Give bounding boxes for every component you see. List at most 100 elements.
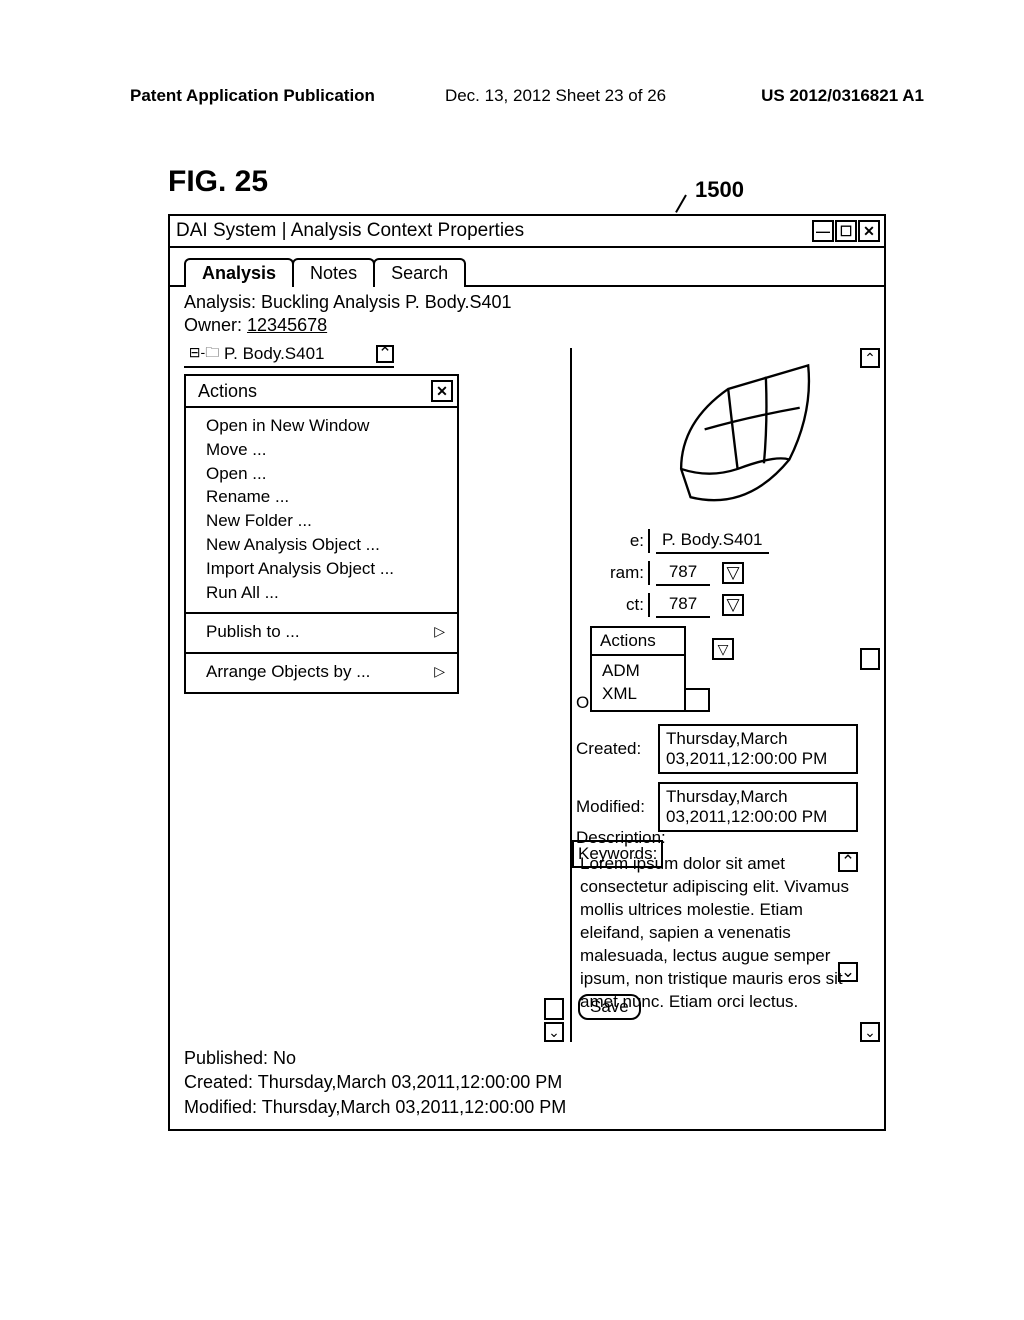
window-controls: — ☐ ✕ <box>811 220 880 242</box>
menu-run-all[interactable]: Run All ... <box>206 581 445 605</box>
modified-value: Thursday,March 03,2011,12:00:00 PM <box>658 782 858 832</box>
dropdown-arrow-icon: ▽ <box>718 641 729 658</box>
modified-row: Modified: Thursday,March 03,2011,12:00:0… <box>572 782 858 832</box>
maximize-button[interactable]: ☐ <box>835 220 857 242</box>
application-window: DAI System | Analysis Context Properties… <box>168 214 886 1131</box>
actions-menu-group-2: Publish to ... ▷ <box>186 614 457 652</box>
field-project: ct: 787 ▽ <box>572 592 858 618</box>
field-project-select[interactable]: 787 ▽ <box>656 592 744 618</box>
actions-menu-header: Actions ✕ <box>186 376 457 408</box>
footer-created: Created: Thursday,March 03,2011,12:00:00… <box>184 1070 870 1094</box>
tab-bar: Analysis Notes Search <box>184 258 884 285</box>
close-button[interactable]: ✕ <box>858 220 880 242</box>
modified-label: Modified: <box>572 795 658 819</box>
tree-expand-icon: ⊟-🗀 <box>184 342 224 366</box>
chevron-up-icon: ⌃ <box>864 350 876 367</box>
actions-menu-group-1: Open in New Window Move ... Open ... Ren… <box>186 408 457 612</box>
callout-number: 1500 <box>695 177 744 203</box>
left-scroll-down-button[interactable]: ⌄ <box>544 1022 564 1042</box>
actions-menu-group-3: Arrange Objects by ... ▷ <box>186 654 457 692</box>
fields-area: e: P. Body.S401 ram: 787 ▽ ct: 787 <box>572 528 858 624</box>
created-value: Thursday,March 03,2011,12:00:00 PM <box>658 724 858 774</box>
tab-notes[interactable]: Notes <box>292 258 375 287</box>
menu-open-new-window[interactable]: Open in New Window <box>206 414 445 438</box>
maximize-icon: ☐ <box>840 223 853 240</box>
field-name-label: e: <box>572 529 650 553</box>
actions-menu-close-button[interactable]: ✕ <box>431 380 453 402</box>
submenu-arrow-icon: ▷ <box>434 662 445 682</box>
desc-scroll-up-button[interactable]: ⌃ <box>838 852 858 872</box>
footer-modified: Modified: Thursday,March 03,2011,12:00:0… <box>184 1095 870 1119</box>
actions-menu-title: Actions <box>198 381 257 402</box>
owner-label: Owner: <box>184 315 247 335</box>
page: Patent Application Publication Dec. 13, … <box>0 0 1024 1320</box>
doc-header-center: Dec. 13, 2012 Sheet 23 of 26 <box>445 86 666 106</box>
window-titlebar: DAI System | Analysis Context Properties… <box>170 216 884 248</box>
footer-published: Published: No <box>184 1046 870 1070</box>
menu-import-analysis-object[interactable]: Import Analysis Object ... <box>206 557 445 581</box>
right-scroll-down-button[interactable]: ⌄ <box>860 1022 880 1042</box>
menu-publish-to[interactable]: Publish to ... ▷ <box>206 620 445 644</box>
window-title: DAI System | Analysis Context Properties <box>176 220 524 242</box>
field-name-input[interactable]: P. Body.S401 <box>656 528 769 554</box>
actions-submenu-xml[interactable]: XML <box>602 683 674 706</box>
actions-submenu-title: Actions <box>592 628 684 656</box>
analysis-info: Analysis: Buckling Analysis P. Body.S401… <box>170 287 884 342</box>
body-area: ⊟-🗀 P. Body.S401 ⌃ ⌄ Actions ✕ Open in N… <box>170 342 884 1042</box>
footer-info: Published: No Created: Thursday,March 03… <box>170 1042 884 1129</box>
menu-label: Publish to ... <box>206 620 300 644</box>
chevron-up-icon: ⌃ <box>378 344 392 364</box>
left-scrollbar[interactable]: ⌄ <box>544 996 564 1042</box>
field-program: ram: 787 ▽ <box>572 560 858 586</box>
field-program-label: ram: <box>572 561 650 585</box>
close-icon: ✕ <box>436 383 448 400</box>
right-panel-scrollbar[interactable]: ⌃ ⌄ <box>860 348 880 1042</box>
description-textarea[interactable]: Lorem ipsum dolor sit amet consectetur a… <box>576 852 858 982</box>
document-header: Patent Application Publication Dec. 13, … <box>130 86 924 106</box>
tree-item-label: P. Body.S401 <box>224 344 325 364</box>
right-scroll-up-button[interactable]: ⌃ <box>860 348 880 368</box>
tree-root-item[interactable]: ⊟-🗀 P. Body.S401 ⌃ <box>184 342 394 368</box>
menu-label: Arrange Objects by ... <box>206 660 370 684</box>
actions-submenu-body: ADM XML <box>592 656 684 710</box>
panel-thumbnail <box>652 356 842 516</box>
field-program-select[interactable]: 787 ▽ <box>656 560 744 586</box>
panel-illustration-svg <box>652 356 842 516</box>
menu-arrange-objects[interactable]: Arrange Objects by ... ▷ <box>206 660 445 684</box>
tab-analysis[interactable]: Analysis <box>184 258 294 287</box>
chevron-down-icon: ⌄ <box>548 1024 560 1041</box>
actions-submenu-adm[interactable]: ADM <box>602 660 674 683</box>
created-row: Created: Thursday,March 03,2011,12:00:00… <box>572 724 858 774</box>
details-panel: e: P. Body.S401 ram: 787 ▽ ct: 787 <box>570 348 880 1042</box>
minimize-icon: — <box>816 223 830 239</box>
save-button[interactable]: Save <box>578 994 641 1020</box>
field-project-label: ct: <box>572 593 650 617</box>
menu-new-analysis-object[interactable]: New Analysis Object ... <box>206 533 445 557</box>
menu-new-folder[interactable]: New Folder ... <box>206 509 445 533</box>
submenu-arrow-icon: ▷ <box>434 622 445 642</box>
desc-scroll-down-button[interactable]: ⌄ <box>838 962 858 982</box>
owner-line: Owner: 12345678 <box>184 314 870 337</box>
menu-move[interactable]: Move ... <box>206 438 445 462</box>
owner-link[interactable]: 12345678 <box>247 315 327 335</box>
minimize-button[interactable]: — <box>812 220 834 242</box>
callout-connector <box>675 195 687 213</box>
doc-header-left: Patent Application Publication <box>130 86 375 106</box>
tree-scroll-up-button[interactable]: ⌃ <box>376 345 394 363</box>
doc-header-right: US 2012/0316821 A1 <box>761 86 924 106</box>
scroll-thumb[interactable] <box>544 998 564 1020</box>
truncated-label-o: O <box>576 693 589 713</box>
chevron-down-icon: ⌄ <box>864 1024 876 1041</box>
dropdown-arrow-icon: ▽ <box>722 562 744 584</box>
menu-open[interactable]: Open ... <box>206 462 445 486</box>
right-scroll-thumb[interactable] <box>860 648 880 670</box>
tab-search[interactable]: Search <box>373 258 466 287</box>
chevron-up-icon: ⌃ <box>841 851 855 874</box>
actions-submenu: Actions ADM XML <box>590 626 686 712</box>
menu-rename[interactable]: Rename ... <box>206 485 445 509</box>
dropdown-arrow-icon: ▽ <box>722 594 744 616</box>
description-label: Description: <box>576 828 666 848</box>
chevron-down-icon: ⌄ <box>841 961 855 984</box>
extra-dropdown-button[interactable]: ▽ <box>712 638 734 660</box>
description-scrollbar[interactable]: ⌃ ⌄ <box>838 852 858 982</box>
